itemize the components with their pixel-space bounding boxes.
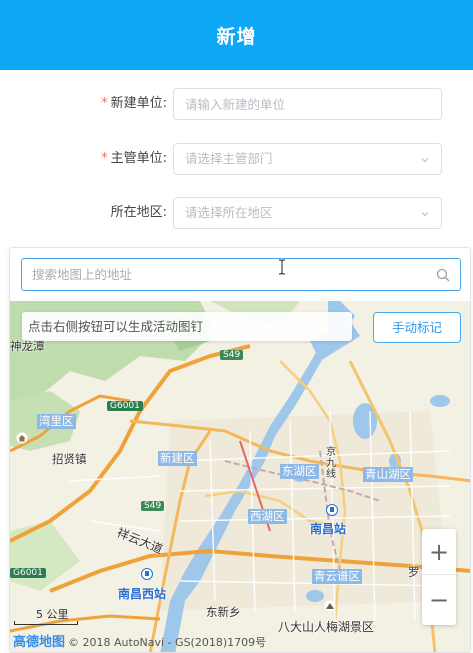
map-label: 神龙潭 bbox=[10, 339, 45, 353]
dept-label: * 主管单位: bbox=[101, 143, 167, 175]
region-label: 所在地区: bbox=[111, 197, 167, 229]
road-shield: S49 bbox=[220, 350, 244, 360]
unit-label: * 新建单位: bbox=[101, 88, 167, 120]
map-label: 南昌站 bbox=[310, 522, 347, 536]
dialog-title: 新增 bbox=[216, 25, 257, 48]
region-select[interactable]: 请选择所在地区 bbox=[173, 197, 442, 229]
map-hint-text: 点击右侧按钮可以生成活动图钉 bbox=[28, 319, 204, 334]
region-label-text: 所在地区: bbox=[110, 205, 167, 220]
map-label: 青云谱区 bbox=[312, 569, 362, 584]
map-scale: 5 公里 bbox=[14, 606, 104, 626]
map-label: 东湖区 bbox=[280, 464, 319, 479]
map-search-input[interactable] bbox=[22, 259, 422, 290]
map-label: 京九线 bbox=[326, 447, 336, 480]
station-icon bbox=[141, 568, 153, 580]
required-mark: * bbox=[101, 151, 108, 166]
unit-label-text: 新建单位: bbox=[110, 96, 167, 111]
poi-town-icon bbox=[16, 432, 28, 444]
map-label: 青山湖区 bbox=[363, 467, 413, 482]
form-row-region: 所在地区: 请选择所在地区 bbox=[0, 197, 473, 229]
copyright-text: © 2018 AutoNavi - GS(2018)1709号 bbox=[68, 636, 267, 649]
dept-select-placeholder: 请选择主管部门 bbox=[185, 151, 273, 166]
unit-input[interactable] bbox=[173, 88, 442, 120]
dept-label-text: 主管单位: bbox=[110, 151, 167, 166]
required-mark: * bbox=[101, 96, 108, 111]
map-label: 东新乡 bbox=[206, 605, 241, 619]
map-label: 招贤镇 bbox=[52, 452, 87, 466]
road-shield: S49 bbox=[141, 501, 165, 511]
map-label: 南昌西站 bbox=[118, 587, 167, 601]
map-hint-banner: 点击右侧按钮可以生成活动图钉 bbox=[22, 312, 352, 341]
map-label: 湾里区 bbox=[37, 414, 76, 429]
map-label: 八大山人梅湖景区 bbox=[278, 620, 375, 634]
amap-logo: 高德地图 bbox=[13, 635, 66, 650]
station-icon bbox=[326, 504, 338, 516]
scale-label: 5 公里 bbox=[36, 608, 69, 621]
road-shield: G6001 bbox=[107, 401, 143, 411]
manual-mark-button[interactable]: 手动标记 bbox=[373, 312, 461, 343]
scenic-icon bbox=[324, 600, 336, 612]
map-panel: 点击右侧按钮可以生成活动图钉 手动标记 神龙潭 S49 G6001 湾里区 招贤… bbox=[9, 247, 471, 653]
chevron-down-icon bbox=[421, 212, 429, 217]
scale-line bbox=[14, 621, 78, 625]
chevron-down-icon bbox=[421, 158, 429, 163]
map-label: 新建区 bbox=[158, 451, 197, 466]
zoom-control: + − bbox=[422, 529, 456, 625]
form-row-unit: * 新建单位: bbox=[0, 88, 473, 120]
dialog-header: 新增 bbox=[0, 0, 473, 70]
map-label: 罗 bbox=[408, 565, 420, 579]
road-shield: G6001 bbox=[10, 568, 46, 578]
form-row-dept: * 主管单位: 请选择主管部门 bbox=[0, 143, 473, 175]
map-attribution: 高德地图 © 2018 AutoNavi - GS(2018)1709号 bbox=[13, 631, 266, 650]
search-icon[interactable] bbox=[436, 268, 450, 282]
map-search-box bbox=[21, 258, 461, 291]
dept-select[interactable]: 请选择主管部门 bbox=[173, 143, 442, 175]
text-cursor-icon bbox=[279, 259, 285, 275]
map-label: 西湖区 bbox=[248, 509, 287, 524]
zoom-in-button[interactable]: + bbox=[422, 529, 456, 575]
zoom-out-button[interactable]: − bbox=[422, 577, 456, 623]
map-canvas[interactable]: 点击右侧按钮可以生成活动图钉 手动标记 神龙潭 S49 G6001 湾里区 招贤… bbox=[10, 301, 470, 652]
region-select-placeholder: 请选择所在地区 bbox=[185, 205, 273, 220]
